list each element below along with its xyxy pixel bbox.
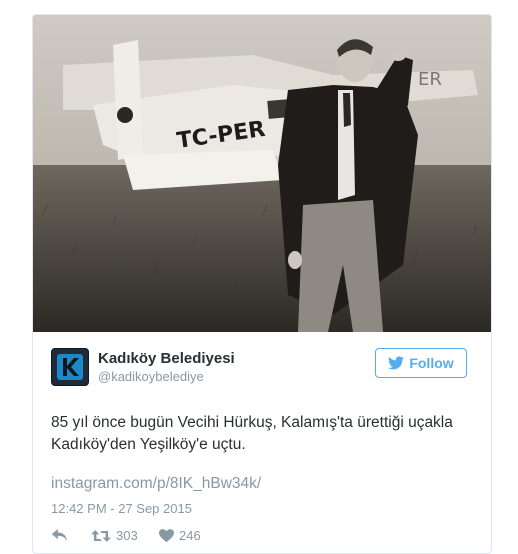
heart-icon: [159, 528, 174, 542]
tweet-photo[interactable]: TC-PER ER: [33, 15, 491, 332]
follow-button[interactable]: Follow: [375, 348, 467, 378]
tweet-actions: 303 246: [51, 528, 471, 548]
follow-label: Follow: [409, 355, 454, 371]
tweet-text-line-1: 85 yıl önce bugün Vecihi Hürkuş, Kalamış…: [51, 414, 453, 431]
tweet-header: Kadıköy Belediyesi @kadikoybelediye Foll…: [51, 348, 471, 388]
tweet-text: 85 yıl önce bugün Vecihi Hürkuş, Kalamış…: [51, 412, 471, 456]
reply-icon: [51, 529, 68, 541]
avatar[interactable]: [51, 348, 89, 386]
like-button[interactable]: 246: [159, 528, 201, 543]
user-handle[interactable]: @kadikoybelediye: [98, 369, 204, 384]
retweet-button[interactable]: 303: [91, 528, 138, 543]
tweet-card: TC-PER ER Kadıköy Belediyesi @kadikoybel…: [32, 14, 492, 554]
retweet-count: 303: [116, 528, 138, 543]
tweet-text-line-2: Kadıköy'den Yeşilköy'e uçtu.: [51, 436, 246, 453]
kadikoy-logo-icon: [57, 354, 83, 380]
twitter-bird-icon: [388, 356, 405, 370]
retweet-icon: [91, 529, 111, 542]
display-name[interactable]: Kadıköy Belediyesi: [98, 350, 235, 367]
instagram-link[interactable]: instagram.com/p/8IK_hBw34k/: [51, 475, 261, 493]
svg-text:ER: ER: [418, 69, 442, 90]
like-count: 246: [179, 528, 201, 543]
historical-photo-illustration: TC-PER ER: [33, 15, 491, 332]
tweet-timestamp[interactable]: 12:42 PM - 27 Sep 2015: [51, 501, 192, 516]
reply-button[interactable]: [51, 528, 68, 542]
